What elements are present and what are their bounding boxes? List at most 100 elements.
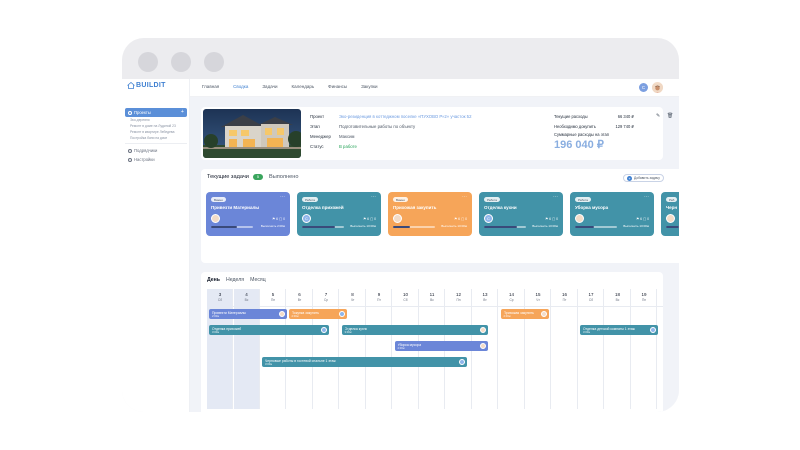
calendar-event[interactable]: Уборка мусора 2:00м [394,341,488,351]
task-title: Отделка кухни [484,205,517,210]
calendar-event[interactable]: Прихожая закупить 2:00м [500,309,549,319]
assignee-avatar: С [484,214,493,223]
day-number: 13 [482,292,488,297]
task-title: Уборка мусора [575,205,609,210]
calendar-day-column[interactable]: 19 Пн [631,289,657,409]
add-project-icon[interactable]: + [181,109,184,115]
calendar-day-column[interactable]: 4 Вс [233,289,260,409]
tasks-panel: Текущие задачи 5 Выполнено + Добавить за… [201,169,679,263]
day-number: 15 [535,292,541,297]
user-avatar[interactable] [652,82,663,93]
event-title: Уборка мусора [397,342,422,347]
task-progress-fill [302,226,335,228]
notification-avatar[interactable]: С [639,83,648,92]
task-card[interactable]: Важно ⋯ Прихожая закупить ⚑ 6 ▢ 0 Выполнить … [388,192,472,236]
event-title: Черновые работы в гостевой спальне 1 эта… [265,358,336,363]
nav-item-home[interactable]: Главная [202,84,219,89]
task-meta: ⚑ 6 ▢ 0 [363,217,376,221]
calendar-event[interactable]: Привезти Материалы 2:00м [209,309,287,319]
tab-week[interactable]: Неделя [226,277,244,283]
calendar-day-column[interactable]: 17 Сб [578,289,604,409]
project-name-link[interactable]: Эко-резиденция в коттеджном поселке «ПУХ… [339,114,471,119]
window-dot-maximize[interactable] [204,52,224,72]
more-options-icon[interactable]: ⋯ [371,194,376,200]
calendar-day-column[interactable]: 5 Пн [260,289,286,409]
day-number: 16 [561,292,567,297]
tasks-count-badge: 5 [252,174,264,180]
day-number: 7 [324,292,328,297]
calendar-tabs: День Неделя Месяц [207,277,266,283]
sidebar-item-projects[interactable]: Проекты + [125,108,187,117]
task-due: Выполнить 2:00м [260,224,285,228]
calendar-day-column[interactable]: 3 Сб [207,289,233,409]
logo[interactable]: BUILDIT [127,82,166,89]
calendar-event[interactable]: Отделка кухни 3:00м [341,325,488,335]
task-progress-bar [211,226,253,228]
house-photo [203,109,301,158]
nav-item-finance[interactable]: Финансы [328,84,347,89]
cost-label: Необходимо докупить [554,123,596,129]
day-number: 14 [508,292,514,297]
task-progress-fill [211,226,238,228]
day-weekday: Сб [217,298,223,302]
tab-done[interactable]: Выполнено [269,174,298,180]
more-options-icon[interactable]: ⋯ [553,194,558,200]
calendar-day-column[interactable]: 18 Вс [605,289,631,409]
calendar-day-column[interactable]: 8 Чт [340,289,366,409]
calendar-event[interactable]: Черновые работы в гостевой спальне 1 эта… [262,357,467,367]
task-tag: Работа [302,197,318,202]
sidebar-item-contractors[interactable]: Подрядчики [125,146,187,155]
nav-item-purchases[interactable]: Закупки [361,84,377,89]
add-task-button[interactable]: + Добавить задачу [623,174,664,182]
task-title: Привезти Материалы [211,205,260,210]
trash-icon[interactable]: 🗑 [667,113,673,119]
task-meta: ⚑ 6 ▢ 0 [454,217,467,221]
day-weekday: Пн [270,298,276,302]
more-options-icon[interactable]: ⋯ [280,194,285,200]
tasks-header: Текущие задачи 5 Выполнено [207,174,298,180]
window-dot-minimize[interactable] [171,52,191,72]
day-number: 10 [402,292,408,297]
edit-icon[interactable]: ✎ [656,113,660,119]
task-tag: Важно [393,197,409,202]
task-card[interactable]: Важно ⋯ Привезти Материалы ⚑ 6 ▢ 0 Выполнить… [206,192,290,236]
task-progress-fill [393,226,410,228]
nav-item-summary[interactable]: Сводка [233,84,248,89]
app-root: BUILDIT Проекты + Эко-деревня Ремонт в д… [122,79,679,412]
task-progress-fill [575,226,594,228]
tab-month[interactable]: Месяц [250,277,266,283]
day-number: 3 [218,292,222,297]
task-card[interactable]: Работа ⋯ Уборка мусора ⚑ 6 ▢ 0 Выполнить 10:… [570,192,654,236]
main-content: Проект Эко-резиденция в коттеджном посел… [190,97,679,412]
task-card[interactable]: Работа ⋯ Отделка прихожей С ⚑ 6 ▢ 0 Выполнить… [297,192,381,236]
window-dot-close[interactable] [138,52,158,72]
day-weekday: Ср [323,298,329,302]
day-weekday: Пт [562,298,567,302]
event-duration: 3:00м [265,363,273,366]
nav-item-tasks[interactable]: Задачи [262,84,277,89]
calendar-day-column[interactable]: 14 Ср [499,289,525,409]
sidebar-subitem[interactable]: Постройка бани на даче [125,135,187,141]
cost-row: Текущие расходы 66 340 ₽ [554,111,634,121]
sidebar: BUILDIT Проекты + Эко-деревня Ремонт в д… [122,79,190,412]
tab-day[interactable]: День [207,277,220,283]
task-card[interactable]: Работа ⋯ Отделка кухни С ⚑ 6 ▢ 0 Выполнить 10… [479,192,563,236]
tasks-title[interactable]: Текущие задачи [207,174,249,180]
task-card[interactable]: Раб⋯Черн [661,192,679,236]
calendar-day-column[interactable]: 15 Чт [525,289,551,409]
day-number: 5 [271,292,275,297]
nav-item-calendar[interactable]: Календарь [291,84,314,89]
calendar-day-column[interactable]: 6 Вт [287,289,313,409]
calendar-event[interactable]: Отделка прихожей 3:00м [209,325,329,335]
calendar-day-column[interactable]: 7 Ср [313,289,339,409]
calendar-panel: День Неделя Месяц 3 Сб 4 Вс 5 Пн 6 Вт 7 Ср 8 Чт 9 Пт 1… [201,272,663,412]
day-number: 6 [298,292,301,297]
task-tag: Работа [484,197,500,202]
calendar-day-column[interactable]: 9 Пт [366,289,392,409]
more-options-icon[interactable]: ⋯ [644,194,649,200]
calendar-event[interactable]: Покупка закупить 2:00м [288,309,348,319]
sidebar-item-settings[interactable]: Настройки [125,155,187,164]
calendar-event[interactable]: Отделка детской комнаты 1 этаж 3:00м [580,325,658,335]
more-options-icon[interactable]: ⋯ [462,194,467,200]
calendar-day-column[interactable]: 16 Пт [552,289,578,409]
